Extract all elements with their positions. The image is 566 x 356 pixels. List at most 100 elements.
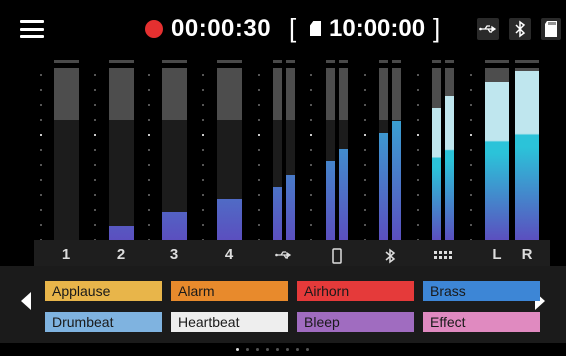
scale-dot [470, 179, 472, 181]
scale-dot [148, 209, 150, 211]
scale-dot [310, 74, 312, 76]
scale-dot [258, 164, 260, 166]
scale-dot [94, 134, 96, 136]
scale-dot [258, 149, 260, 151]
scale-dot [40, 194, 42, 196]
scale-dot [470, 209, 472, 211]
meter-ch6-r-level [339, 149, 348, 240]
scale-dot [40, 89, 42, 91]
meter-ch7-l-peak-cap [379, 60, 388, 63]
scale-dot [148, 194, 150, 196]
scale-dot [148, 119, 150, 121]
channel-label: L [492, 246, 502, 263]
scale-dot [310, 89, 312, 91]
meter-ch10-level [515, 71, 539, 240]
pad-airhorn[interactable]: Airhorn [297, 281, 414, 301]
scale-dot [470, 74, 472, 76]
scale-dot [202, 149, 204, 151]
scale-dot [148, 134, 150, 136]
scale-dot [364, 149, 366, 151]
scale-dot [202, 134, 204, 136]
scale-dot [364, 194, 366, 196]
meter-ch8-l-level [432, 108, 441, 240]
scale-dot [258, 224, 260, 226]
pad-label: Alarm [178, 283, 215, 299]
scale-dot [202, 164, 204, 166]
scale-dot [310, 134, 312, 136]
scale-dot [258, 74, 260, 76]
channel-label: 2 [116, 246, 126, 263]
meter-ch3-level [161, 212, 187, 240]
scale-dot [148, 104, 150, 106]
scale-dot [417, 119, 419, 121]
prev-page-arrow-icon[interactable] [21, 292, 31, 310]
scale-dot [40, 164, 42, 166]
scale-dot [470, 149, 472, 151]
pad-drumbeat[interactable]: Drumbeat [45, 312, 162, 332]
pad-label: Heartbeat [178, 314, 240, 330]
channel-label: R [521, 246, 533, 263]
page-dot [276, 348, 279, 351]
pad-effect[interactable]: Effect [423, 312, 540, 332]
scale-dot [417, 224, 419, 226]
meter-ch8-r-peak-cap [445, 60, 454, 63]
meter-ch5-r-level [286, 175, 295, 240]
status-bar: 00:00:30 [ 10:00:00 ] [0, 0, 566, 56]
scale-dot [364, 104, 366, 106]
pad-applause[interactable]: Applause [45, 281, 162, 301]
page-dot [286, 348, 289, 351]
meter-ch7-l-headroom [379, 68, 388, 120]
pad-heartbeat[interactable]: Heartbeat [171, 312, 288, 332]
scale-dot [470, 119, 472, 121]
page-indicator [236, 338, 316, 356]
scale-dot [470, 89, 472, 91]
scale-dot [364, 224, 366, 226]
scale-dot [40, 104, 42, 106]
scale-dot [364, 134, 366, 136]
scale-dot [310, 209, 312, 211]
pad-brass[interactable]: Brass [423, 281, 540, 301]
scale-dot [40, 134, 42, 136]
scale-dot [202, 194, 204, 196]
scale-dot [417, 164, 419, 166]
scale-dot [364, 179, 366, 181]
scale-dot [258, 89, 260, 91]
scale-dot [310, 119, 312, 121]
meter-ch4-peak-cap [216, 60, 242, 63]
usb-icon [477, 18, 499, 40]
scale-dot [310, 104, 312, 106]
scale-dot [94, 104, 96, 106]
scale-dot [417, 209, 419, 211]
scale-dot [258, 179, 260, 181]
pad-label: Brass [430, 283, 466, 299]
meter-ch5-l-level [273, 187, 282, 240]
scale-dot [202, 179, 204, 181]
scale-dot [94, 209, 96, 211]
scale-dot [258, 134, 260, 136]
meter-ch6-r-headroom [339, 68, 348, 120]
scale-dot [310, 224, 312, 226]
meter-ch8-l-peak-cap [432, 60, 441, 63]
scale-dot [202, 89, 204, 91]
pad-bleep[interactable]: Bleep [297, 312, 414, 332]
meter-ch4-headroom [216, 68, 242, 120]
scale-dot [202, 74, 204, 76]
page-dot [236, 348, 239, 351]
meter-ch6-l-headroom [326, 68, 335, 120]
meter-ch1-peak-cap [53, 60, 79, 63]
scale-dot [40, 149, 42, 151]
meter-ch7-r-level [392, 121, 401, 240]
scale-dot [470, 104, 472, 106]
scale-dot [364, 74, 366, 76]
phone-icon [322, 248, 352, 268]
channel-label: 3 [169, 246, 179, 263]
menu-icon[interactable] [20, 20, 44, 38]
pad-alarm[interactable]: Alarm [171, 281, 288, 301]
record-indicator-icon [145, 20, 163, 38]
scale-dot [470, 134, 472, 136]
meter-ch9-level [485, 82, 509, 240]
meter-ch4-level [216, 199, 242, 240]
scale-dot [94, 89, 96, 91]
scale-dot [94, 224, 96, 226]
bluetooth-icon [375, 248, 405, 268]
